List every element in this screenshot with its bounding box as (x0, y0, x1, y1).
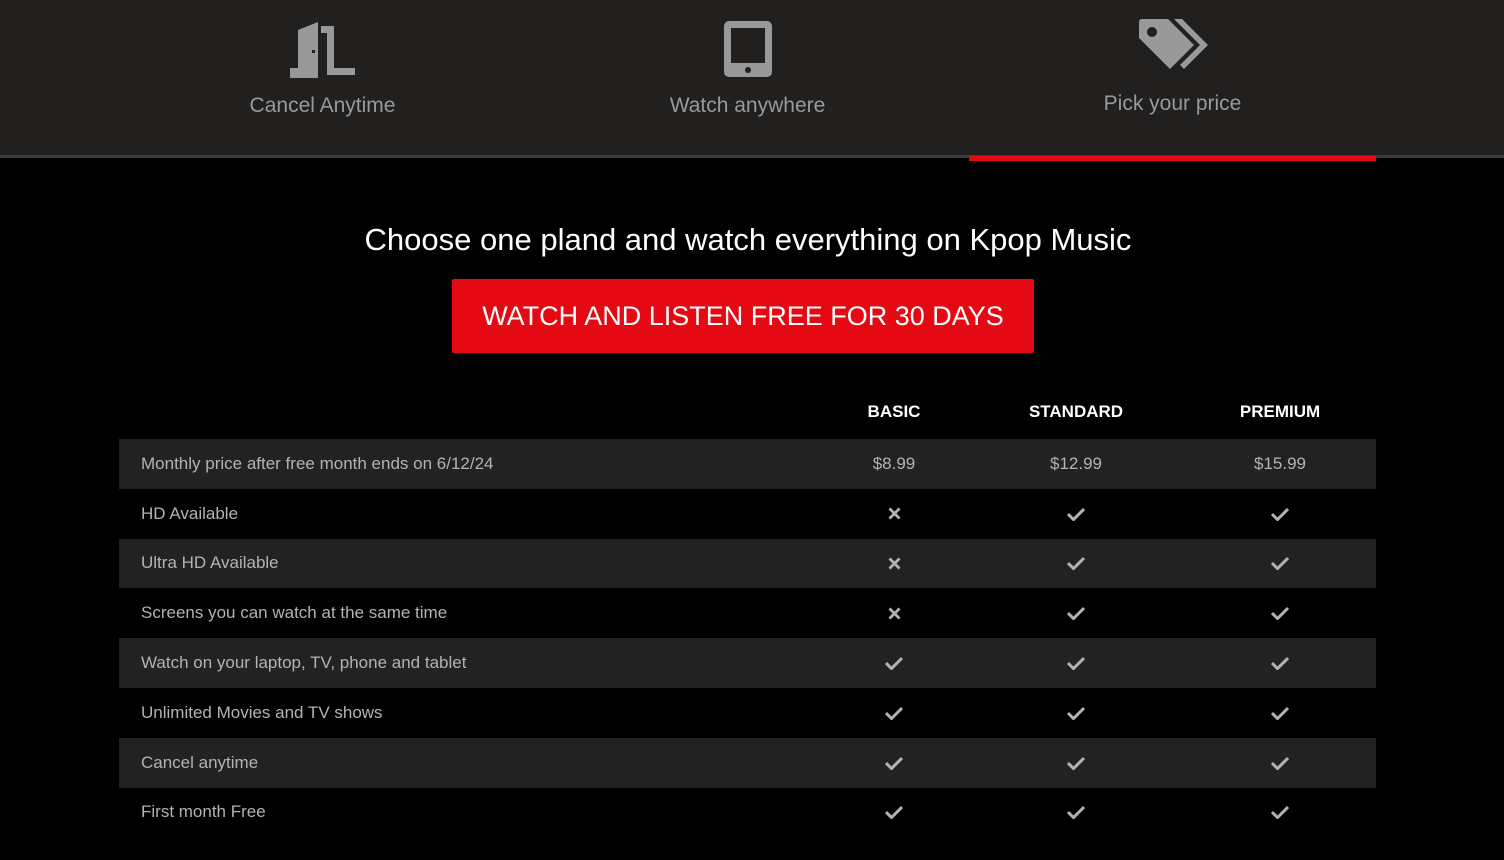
check-icon (1200, 688, 1360, 738)
check-icon (996, 738, 1156, 788)
check-icon (814, 638, 974, 688)
tab-cancel-anytime[interactable]: Cancel Anytime (119, 0, 526, 158)
cross-icon (814, 588, 974, 638)
check-icon (1200, 638, 1360, 688)
check-icon (814, 788, 974, 838)
feature-label: Cancel anytime (141, 752, 259, 772)
plan-comparison-table: Monthly price after free month ends on 6… (119, 439, 1376, 837)
feature-label: Ultra HD Available (141, 553, 279, 573)
table-row: First month Free (119, 788, 1376, 838)
check-icon (814, 688, 974, 738)
page-heading: Choose one pland and watch everything on… (364, 222, 1132, 257)
price-standard: $12.99 (1050, 453, 1102, 473)
feature-label: First month Free (141, 802, 266, 822)
tab-label: Cancel Anytime (249, 94, 396, 117)
check-icon (814, 738, 974, 788)
active-tab-indicator (969, 156, 1376, 161)
table-row: Cancel anytime (119, 737, 1376, 788)
plan-header-basic: BASIC (867, 402, 921, 421)
check-icon (996, 539, 1156, 589)
tab-label: Watch anywhere (669, 94, 826, 117)
table-row: Watch on your laptop, TV, phone and tabl… (119, 638, 1376, 688)
check-icon (996, 489, 1156, 539)
feature-label: Monthly price after free month ends on 6… (141, 453, 494, 473)
check-icon (996, 638, 1156, 688)
tab-watch-anywhere[interactable]: Watch anywhere (544, 0, 951, 158)
table-row: Ultra HD Available (119, 538, 1376, 589)
feature-label: Screens you can watch at the same time (141, 603, 448, 623)
feature-tabs: Cancel Anytime Watch anywhere Pick your … (0, 0, 1504, 161)
price-basic: $8.99 (872, 453, 916, 473)
feature-label: Unlimited Movies and TV shows (141, 702, 383, 722)
plan-header-standard: STANDARD (1028, 402, 1124, 421)
check-icon (996, 788, 1156, 838)
check-icon (1200, 588, 1360, 638)
check-icon (1200, 788, 1360, 838)
tab-pick-your-price[interactable]: Pick your price (969, 0, 1376, 161)
feature-label: HD Available (141, 503, 239, 523)
door-icon (288, 20, 358, 83)
tab-label: Pick your price (1103, 92, 1242, 115)
check-icon (996, 688, 1156, 738)
check-icon (1200, 489, 1360, 539)
table-row: Screens you can watch at the same time (119, 588, 1376, 638)
tablet-icon (723, 20, 773, 83)
plan-header-premium: PREMIUM (1239, 402, 1321, 421)
check-icon (996, 588, 1156, 638)
price-tags-icon (1138, 18, 1208, 81)
check-icon (1200, 539, 1360, 589)
feature-label: Watch on your laptop, TV, phone and tabl… (141, 653, 467, 673)
cross-icon (814, 539, 974, 589)
table-row: HD Available (119, 489, 1376, 539)
table-row: Monthly price after free month ends on 6… (119, 439, 1376, 489)
free-trial-button[interactable]: WATCH AND LISTEN FREE FOR 30 DAYS (452, 279, 1034, 353)
table-row: Unlimited Movies and TV shows (119, 688, 1376, 738)
cross-icon (814, 489, 974, 539)
price-premium: $15.99 (1254, 453, 1306, 473)
check-icon (1200, 738, 1360, 788)
